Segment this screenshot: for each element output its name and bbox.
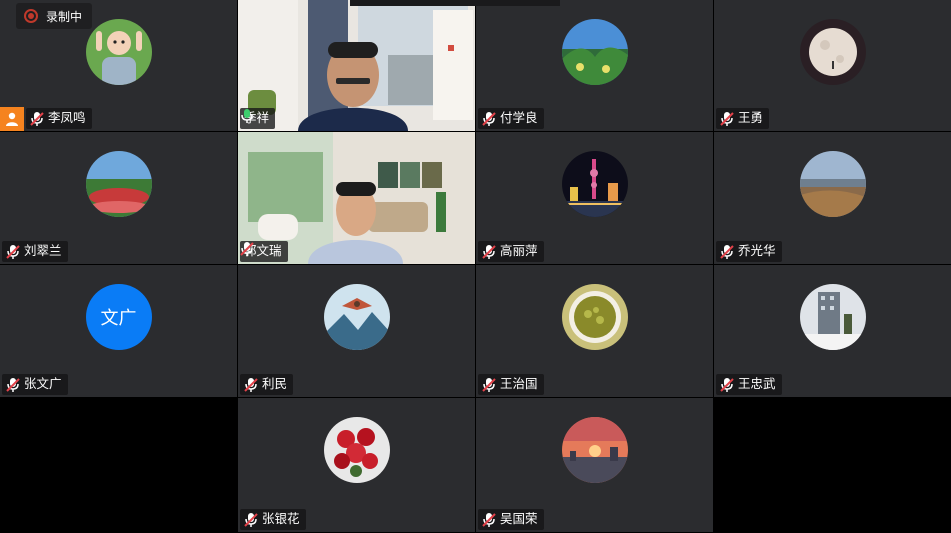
mic-muted-icon <box>720 377 734 392</box>
name-tag: 李凤鸣 <box>26 108 92 129</box>
participant-tile[interactable]: 利民 <box>238 265 475 397</box>
mic-active-icon <box>241 109 253 123</box>
name-tag: 利民 <box>240 374 294 395</box>
avatar <box>800 284 866 350</box>
name-tag: 高丽萍 <box>478 241 544 262</box>
mic-muted-icon <box>244 377 258 392</box>
participant-name: 王治国 <box>500 376 538 392</box>
recording-label: 录制中 <box>46 9 83 24</box>
name-tag: 张文广 <box>2 374 68 395</box>
avatar <box>323 417 390 483</box>
host-icon <box>0 107 24 131</box>
mic-muted-icon <box>720 244 734 259</box>
participant-tile[interactable]: 付学良 <box>476 0 713 131</box>
video-grid: 李凤鸣 季祥 付学良 王勇 刘翠兰 郭文瑞 高丽萍 乔光华 文广 张文广 利民 … <box>0 0 951 533</box>
participant-tile[interactable]: 文广 张文广 <box>0 265 237 397</box>
participant-name: 乔光华 <box>738 243 776 259</box>
avatar: 文广 <box>85 284 152 350</box>
avatar <box>85 19 152 85</box>
participant-tile[interactable]: 张银花 <box>238 398 475 532</box>
mic-muted-icon <box>720 111 734 126</box>
empty-tile <box>0 398 237 532</box>
avatar <box>561 151 628 217</box>
name-tag: 付学良 <box>478 108 544 129</box>
recording-indicator[interactable]: 录制中 <box>16 3 93 29</box>
avatar <box>85 151 152 217</box>
mic-muted-icon <box>482 512 496 527</box>
participant-tile[interactable]: 刘翠兰 <box>0 132 237 264</box>
mic-muted-icon <box>6 244 20 259</box>
mic-muted-icon <box>6 377 20 392</box>
participant-name: 高丽萍 <box>500 243 538 259</box>
participant-tile[interactable]: 王忠武 <box>714 265 951 397</box>
mic-muted-icon <box>482 244 496 259</box>
mic-muted-icon <box>244 512 258 527</box>
participant-tile[interactable]: 吴国荣 <box>476 398 713 532</box>
avatar <box>561 19 628 85</box>
top-toolbar-edge[interactable] <box>350 0 560 6</box>
name-tag: 刘翠兰 <box>2 241 68 262</box>
record-icon <box>24 9 38 23</box>
avatar <box>800 151 866 217</box>
participant-name: 付学良 <box>500 110 538 126</box>
mic-muted-icon <box>30 111 44 126</box>
avatar <box>323 284 390 350</box>
avatar <box>561 284 628 350</box>
participant-name: 刘翠兰 <box>24 243 62 259</box>
participant-tile[interactable]: 乔光华 <box>714 132 951 264</box>
participant-tile[interactable]: 王治国 <box>476 265 713 397</box>
avatar <box>561 417 628 483</box>
name-tag: 郭文瑞 <box>240 241 288 262</box>
participant-name: 李凤鸣 <box>48 110 86 126</box>
participant-name: 张文广 <box>24 376 62 392</box>
name-tag: 吴国荣 <box>478 509 544 530</box>
name-tag: 王治国 <box>478 374 544 395</box>
name-tag: 张银花 <box>240 509 306 530</box>
participant-video-tile[interactable]: 郭文瑞 <box>238 132 475 264</box>
name-tag: 王忠武 <box>716 374 782 395</box>
participant-tile[interactable]: 王勇 <box>714 0 951 131</box>
empty-tile <box>714 398 951 532</box>
participant-video-tile[interactable]: 季祥 <box>238 0 475 131</box>
avatar-initials: 文广 <box>100 308 137 329</box>
name-tag: 王勇 <box>716 108 770 129</box>
participant-tile[interactable]: 高丽萍 <box>476 132 713 264</box>
participant-name: 王勇 <box>738 110 764 126</box>
mic-muted-icon <box>482 111 496 126</box>
name-tag: 乔光华 <box>716 241 782 262</box>
avatar <box>800 19 866 85</box>
mic-muted-icon <box>482 377 496 392</box>
participant-name: 张银花 <box>262 511 300 527</box>
name-tag: 季祥 <box>240 108 276 129</box>
participant-name: 王忠武 <box>738 376 776 392</box>
mic-muted-icon <box>240 242 254 256</box>
participant-name: 利民 <box>262 376 288 392</box>
participant-name: 吴国荣 <box>500 511 538 527</box>
